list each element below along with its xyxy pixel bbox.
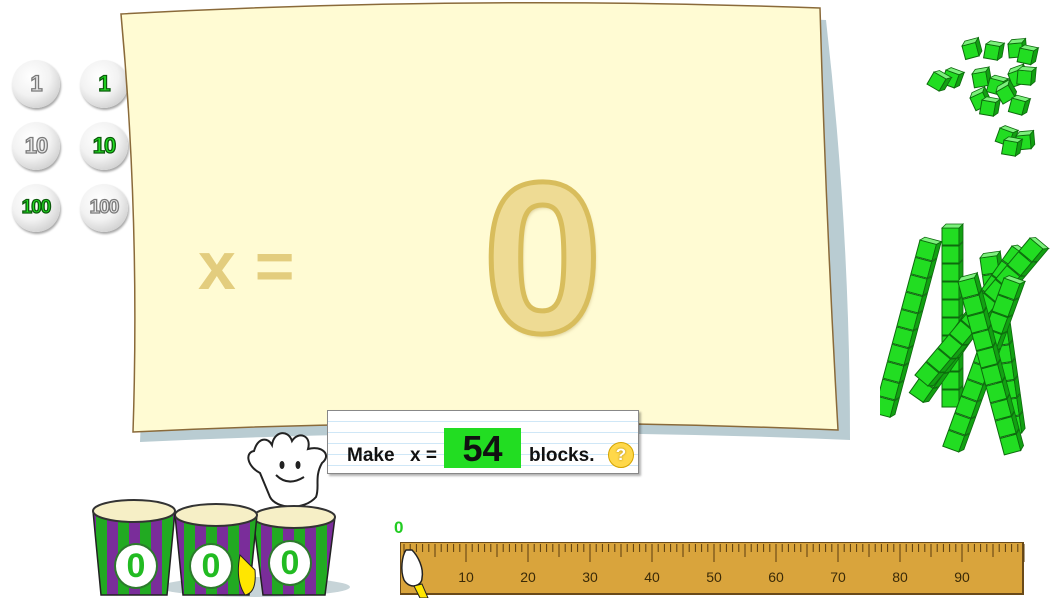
block-pile — [880, 36, 1050, 456]
unit-cube[interactable] — [1016, 65, 1038, 87]
ruler-tick-label: 90 — [954, 569, 970, 585]
ruler-body — [400, 542, 1024, 595]
ten-rods-pile[interactable] — [880, 223, 1050, 456]
ruler-tick-label: 20 — [520, 569, 536, 585]
ruler-tick-label: 80 — [892, 569, 908, 585]
number-ruler: 10 20 30 40 50 60 70 80 90 — [400, 542, 1025, 598]
blocks-label: blocks. — [529, 445, 595, 466]
unit-cube[interactable] — [1007, 94, 1032, 116]
unit-cube[interactable] — [961, 36, 983, 61]
counter-value: 0 — [394, 518, 404, 537]
make-label: Make — [347, 445, 395, 466]
current-value: 0 — [480, 137, 605, 378]
x-equals-label: x = — [410, 445, 437, 466]
unit-cube[interactable] — [978, 96, 1002, 118]
unit-cubes-pile[interactable] — [926, 36, 1040, 158]
ruler-tick-label: 70 — [830, 569, 846, 585]
ruler-tick-label: 10 — [458, 569, 474, 585]
ten-rod[interactable] — [941, 223, 964, 408]
ruler-tick-label: 50 — [706, 569, 722, 585]
drum-digit-tens[interactable]: 0 — [189, 543, 233, 589]
help-button[interactable]: ? — [608, 442, 634, 468]
unit-cube[interactable] — [982, 40, 1006, 62]
ruler-tick-label: 60 — [768, 569, 784, 585]
prompt-card: Make x = 54 blocks. ? — [327, 410, 639, 474]
ruler-tick-label: 40 — [644, 569, 660, 585]
drum-digit-ones[interactable]: 0 — [268, 540, 312, 586]
unit-cube[interactable] — [1000, 136, 1024, 158]
ruler-labels: 10 20 30 40 50 60 70 80 90 — [458, 569, 970, 585]
ruler-tick-label: 30 — [582, 569, 598, 585]
target-value: 54 — [444, 428, 521, 469]
drum-digit-hundreds[interactable]: 0 — [114, 543, 158, 589]
variable-label: x = — [198, 228, 295, 304]
